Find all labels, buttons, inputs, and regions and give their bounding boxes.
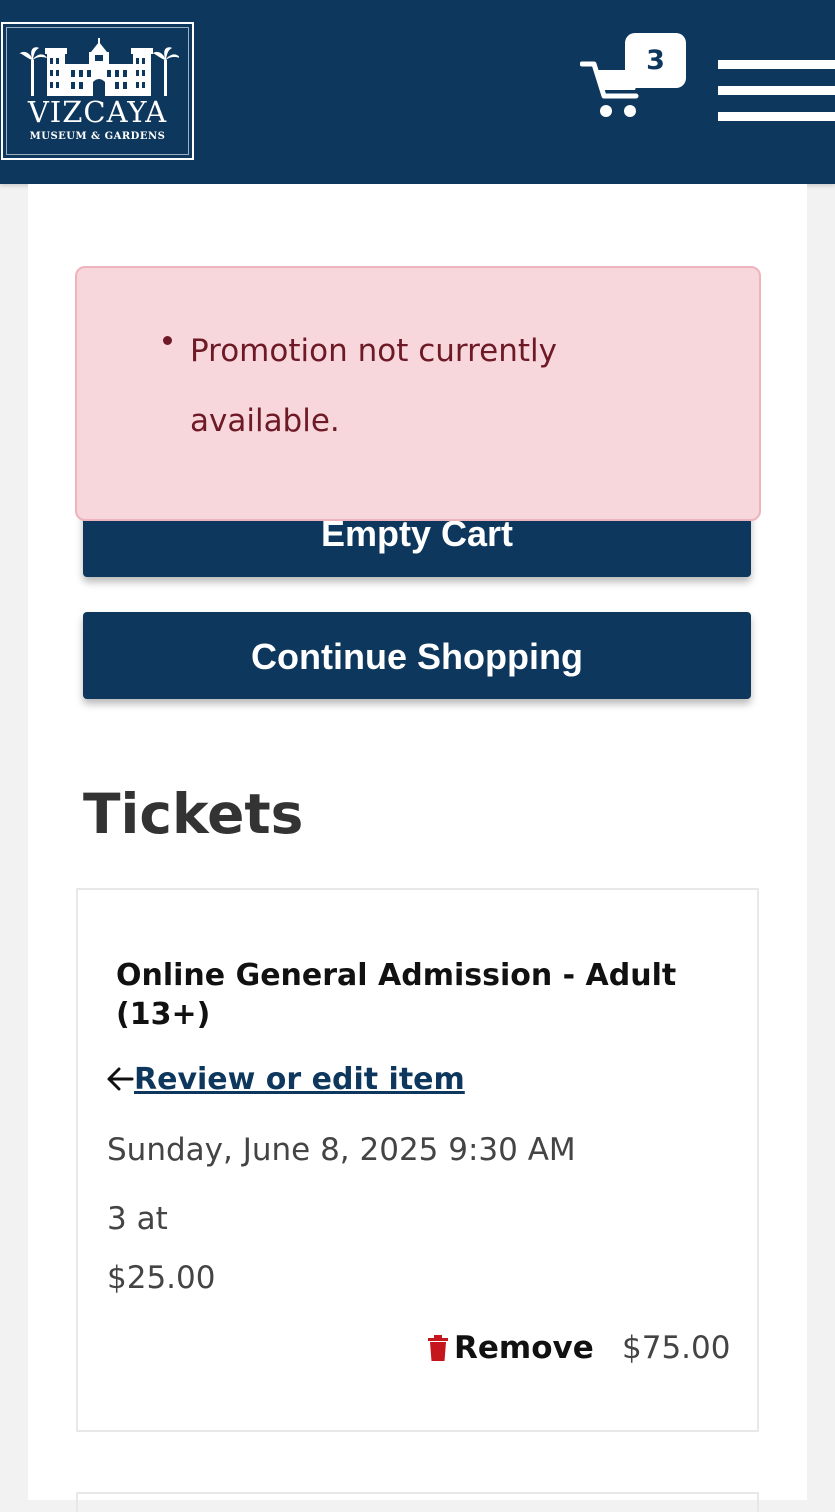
next-line-item [76,1492,759,1512]
alert-message: Promotion not currently available. [190,333,557,439]
tickets-section-title: Tickets [83,782,304,846]
logo-title: VIZCAYA [27,95,168,129]
menu-bar [718,112,835,121]
hamburger-menu-icon[interactable] [718,60,835,122]
menu-bar [718,60,835,69]
ticket-unit-price: $25.00 [107,1260,216,1296]
bullet-icon [163,336,172,345]
continue-shopping-label: Continue Shopping [251,636,583,677]
cart-count-badge[interactable]: 3 [625,33,686,88]
ticket-name: Online General Admission - Adult (13+) [116,958,677,1032]
promotion-error-alert: Promotion not currently available. [75,266,761,521]
remove-item-button[interactable]: Remove [428,1330,594,1369]
logo-subtitle: MUSEUM & GARDENS [29,131,166,142]
menu-bar [718,86,835,95]
arrow-left-icon [106,1062,134,1097]
review-edit-item-link[interactable]: Review or edit item [106,1062,465,1097]
remove-label: Remove [454,1330,594,1366]
trash-icon [428,1333,448,1369]
line-total: $75.00 [622,1330,731,1366]
site-header: VIZCAYA MUSEUM & GARDENS 3 [0,0,835,184]
review-edit-item-label: Review or edit item [134,1062,465,1097]
villa-illustration-icon [19,38,179,96]
continue-shopping-button[interactable]: Continue Shopping [83,612,751,699]
ticket-date: Sunday, June 8, 2025 9:30 AM [107,1132,576,1168]
vizcaya-logo[interactable]: VIZCAYA MUSEUM & GARDENS [1,22,194,160]
ticket-quantity: 3 at [107,1201,168,1237]
